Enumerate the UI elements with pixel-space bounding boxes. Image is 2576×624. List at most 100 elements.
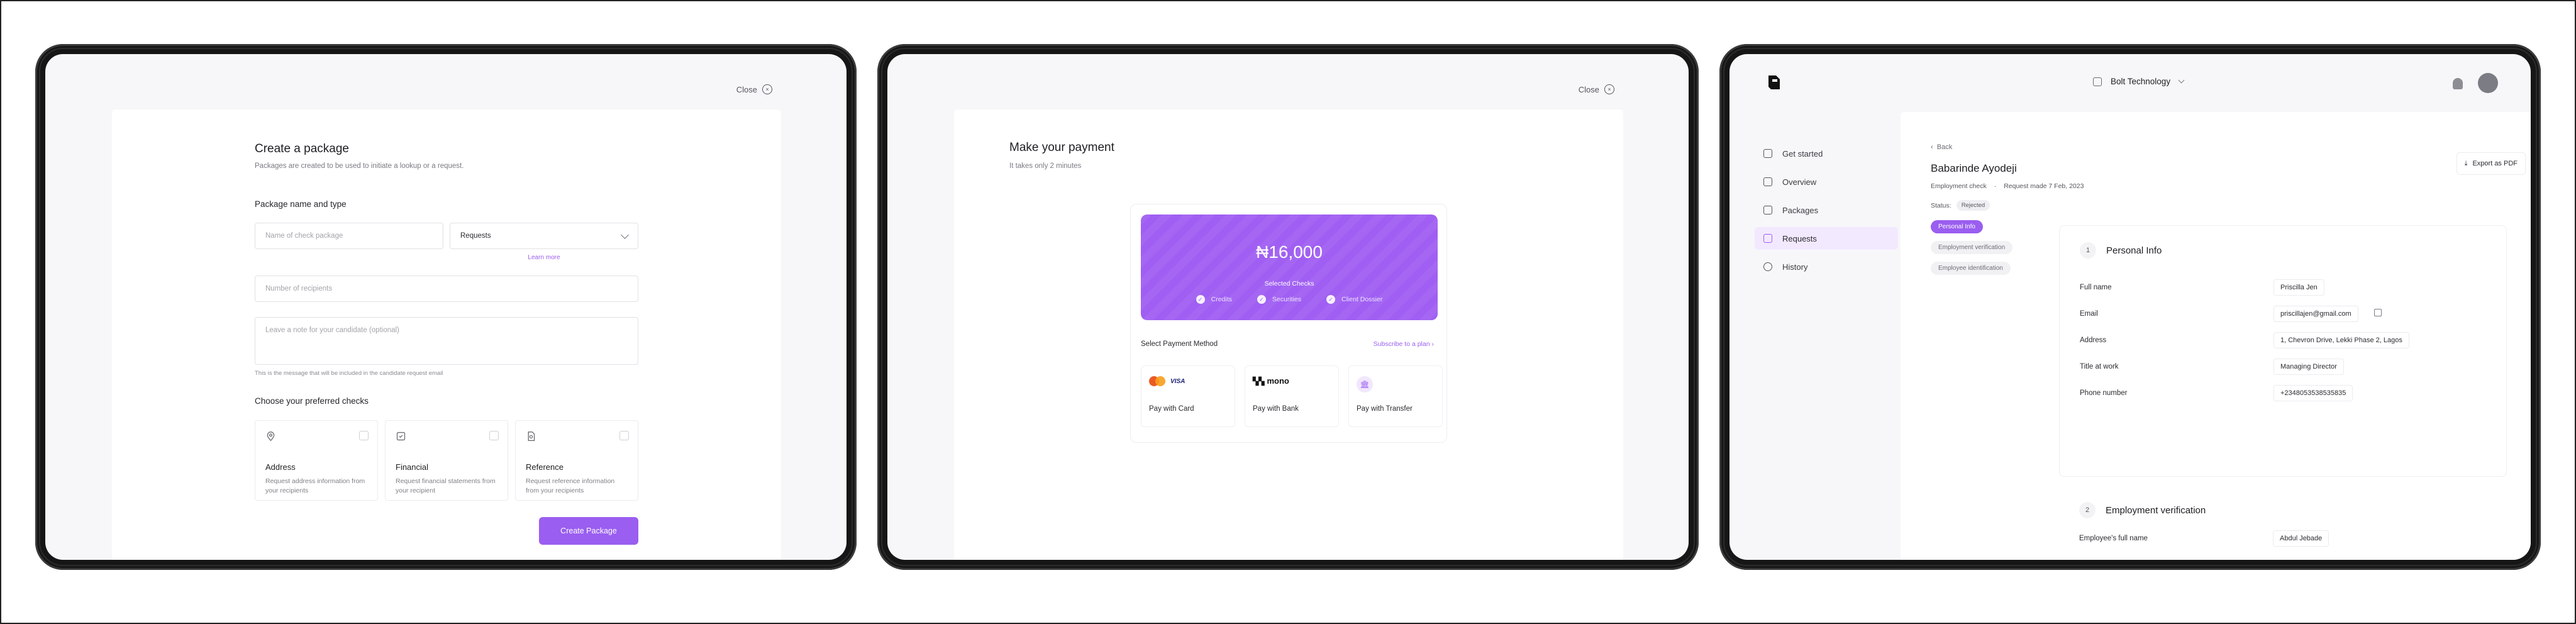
- sidebar-item-label: Get started: [1782, 148, 1823, 159]
- avatar[interactable]: [2478, 73, 2498, 93]
- check-description: Request address information from your re…: [265, 477, 365, 494]
- page-title: Create a package: [255, 142, 349, 155]
- check-circle-icon: ✓: [1196, 295, 1205, 304]
- chip-label: Securities: [1272, 296, 1301, 303]
- section-title: Employment verification: [2106, 504, 2206, 516]
- tab-employee-identification[interactable]: Employee identification: [1931, 262, 2011, 275]
- sidebar-item-label: Overview: [1782, 177, 1817, 187]
- sidebar-item-label: Packages: [1782, 205, 1819, 215]
- field-label: Full name: [2080, 284, 2112, 291]
- select-method-label: Select Payment Method: [1141, 340, 1218, 348]
- back-link[interactable]: ‹ Back: [1931, 143, 1952, 151]
- chevron-down-icon: [2178, 77, 2185, 84]
- sidebar-item-label: History: [1782, 262, 1808, 272]
- field-value: 1, Chevron Drive, Lekki Phase 2, Lagos: [2273, 332, 2409, 348]
- sidebar-item-packages[interactable]: Packages: [1755, 199, 1898, 221]
- chevron-left-icon: ‹: [1931, 143, 1933, 151]
- status-row: Status: Rejected: [1931, 200, 1990, 211]
- copy-icon[interactable]: [2374, 309, 2382, 316]
- tablet-frame-payment: Close × Make your payment It takes only …: [877, 44, 1699, 570]
- pay-with-bank-option[interactable]: ▚▚ mono Pay with Bank: [1245, 365, 1339, 427]
- field-value: Priscilla Jen: [2273, 279, 2324, 296]
- card-brand: VISA: [1149, 376, 1227, 386]
- section-tabs: Personal Info Employment verification Em…: [1931, 220, 2031, 282]
- bell-icon[interactable]: [2453, 78, 2463, 89]
- sidebar-item-overview[interactable]: Overview: [1755, 170, 1898, 193]
- request-date: Request made 7 Feb, 2023: [2004, 182, 2084, 190]
- check-card-financial[interactable]: Financial Request financial statements f…: [385, 420, 508, 501]
- create-package-panel: Create a package Packages are created to…: [112, 109, 781, 560]
- field-value: Managing Director: [2273, 359, 2344, 375]
- tab-employment-verification[interactable]: Employment verification: [1931, 241, 2013, 254]
- close-button[interactable]: Close ×: [1579, 84, 1614, 94]
- package-type-select[interactable]: Requests: [450, 223, 638, 249]
- sidebar-item-get-started[interactable]: Get started: [1755, 142, 1898, 165]
- step-number: 1: [2080, 242, 2096, 259]
- close-label: Close: [1578, 84, 1599, 94]
- app-logo-icon: [1768, 75, 1780, 89]
- package-name-placeholder: Name of check package: [265, 232, 343, 240]
- subscribe-link[interactable]: Subscribe to a plan ›: [1374, 340, 1434, 348]
- rocket-icon: [1763, 149, 1772, 158]
- method-label: Pay with Card: [1149, 405, 1194, 413]
- field-label: Employee's full name: [2079, 535, 2148, 542]
- package-type-value: Requests: [460, 232, 491, 240]
- note-placeholder: Leave a note for your candidate (optiona…: [265, 326, 399, 334]
- method-label: Pay with Transfer: [1357, 405, 1413, 413]
- check-type: Employment check: [1931, 182, 1987, 190]
- status-badge: Rejected: [1956, 200, 1990, 211]
- employment-section-header: 2 Employment verification: [2079, 502, 2206, 518]
- visa-logo: VISA: [1170, 377, 1185, 385]
- amount-banner: ₦16,000 Selected Checks ✓ Credits ✓ Securi…: [1141, 214, 1438, 320]
- section-header: 1 Personal Info: [2080, 242, 2162, 259]
- sidebar-item-requests[interactable]: Requests: [1755, 227, 1898, 250]
- export-pdf-button[interactable]: ⤓ Export as PDF: [2456, 152, 2526, 175]
- org-name: Bolt Technology: [2111, 77, 2171, 86]
- location-pin-icon: [267, 432, 275, 442]
- close-button[interactable]: Close ×: [736, 84, 772, 94]
- step-number: 2: [2079, 502, 2096, 518]
- create-package-screen: Close × Create a package Packages are cr…: [45, 54, 847, 560]
- section-title: Personal Info: [2106, 245, 2162, 256]
- checkbox[interactable]: [359, 431, 369, 440]
- close-icon: ×: [1604, 84, 1614, 94]
- field-value: priscillajen@gmail.com: [2273, 306, 2358, 322]
- learn-more-link[interactable]: Learn more: [450, 254, 638, 261]
- tablet-frame-create-package: Close × Create a package Packages are cr…: [35, 44, 857, 570]
- payment-panel: Make your payment It takes only 2 minute…: [954, 109, 1623, 560]
- recipients-placeholder: Number of recipients: [265, 285, 333, 292]
- inbox-icon: [1763, 234, 1772, 243]
- check-card-address[interactable]: Address Request address information from…: [255, 420, 378, 501]
- grid-icon: [1763, 177, 1772, 186]
- request-detail-panel: ‹ Back Babarinde Ayodeji Employment chec…: [1901, 112, 2531, 560]
- chip-label: Client Dossier: [1341, 296, 1383, 303]
- section-title-checks: Choose your preferred checks: [255, 396, 369, 406]
- back-label: Back: [1936, 143, 1953, 151]
- tab-personal-info[interactable]: Personal Info: [1931, 220, 1983, 233]
- check-circle-icon: ✓: [1326, 295, 1335, 304]
- section-title-name-type: Package name and type: [255, 199, 347, 209]
- checkbox[interactable]: [619, 431, 629, 440]
- checkbox[interactable]: [489, 431, 499, 440]
- check-card-reference[interactable]: Reference Request reference information …: [515, 420, 638, 501]
- selected-check-chip: ✓ Securities: [1257, 295, 1301, 304]
- field-label: Phone number: [2080, 389, 2128, 397]
- person-name: Babarinde Ayodeji: [1931, 162, 2017, 174]
- check-title: Financial: [396, 462, 429, 472]
- org-switcher[interactable]: Bolt Technology: [2093, 77, 2185, 86]
- mono-logo: mono: [1267, 376, 1289, 386]
- close-label: Close: [736, 84, 757, 94]
- tablet-frame-request-details: Bolt Technology Get started Overview Pac…: [1719, 44, 2541, 570]
- pay-with-card-option[interactable]: VISA Pay with Card: [1141, 365, 1235, 427]
- export-label: Export as PDF: [2472, 160, 2518, 167]
- package-name-input[interactable]: Name of check package: [255, 223, 443, 249]
- create-package-button[interactable]: Create Package: [539, 517, 638, 545]
- page-subtitle: Packages are created to be used to initi…: [255, 162, 464, 170]
- chip-label: Credits: [1211, 296, 1232, 303]
- sidebar-item-history[interactable]: History: [1755, 255, 1898, 278]
- check-title: Address: [265, 462, 296, 472]
- note-textarea[interactable]: Leave a note for your candidate (optiona…: [255, 317, 638, 365]
- recipients-input[interactable]: Number of recipients: [255, 276, 638, 302]
- pay-with-transfer-option[interactable]: 🏛 Pay with Transfer: [1348, 365, 1443, 427]
- mono-logo-mark: ▚▚: [1253, 376, 1265, 386]
